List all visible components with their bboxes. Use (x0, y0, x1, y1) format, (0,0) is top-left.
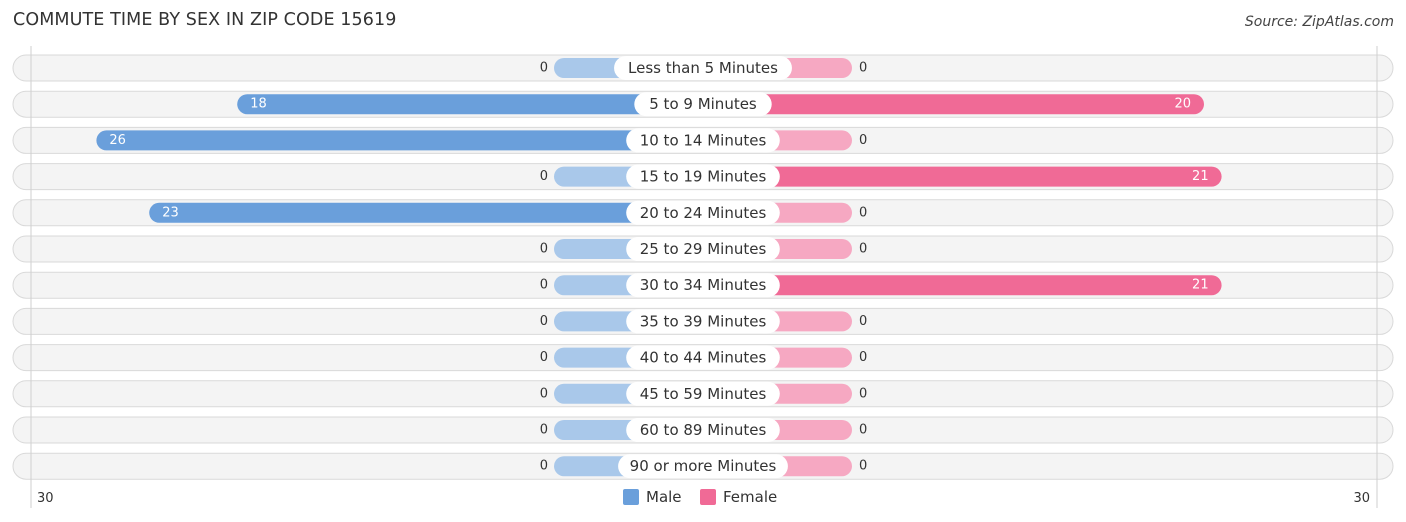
category-label: 20 to 24 Minutes (640, 204, 767, 222)
category-label: 40 to 44 Minutes (640, 349, 767, 367)
male-value-label: 23 (162, 205, 179, 220)
legend-female-swatch (700, 489, 716, 505)
female-bar (703, 94, 1204, 115)
axis-tick-right: 30 (1353, 491, 1370, 506)
category-label: 5 to 9 Minutes (649, 95, 757, 113)
category-label: 15 to 19 Minutes (640, 168, 767, 186)
category-label: 90 or more Minutes (630, 457, 777, 475)
row-7: 35 to 39 Minutes 0 0 (12, 307, 1394, 335)
female-bar (703, 275, 1222, 296)
category-label: 45 to 59 Minutes (640, 385, 767, 403)
row-1: 5 to 9 Minutes 18 20 (12, 90, 1394, 118)
row-0: Less than 5 Minutes 0 0 (12, 54, 1394, 82)
female-value-label: 21 (1192, 169, 1209, 184)
axis-tick-left: 30 (37, 491, 54, 506)
row-11: 90 or more Minutes 0 0 (12, 452, 1394, 480)
category-label: 30 to 34 Minutes (640, 276, 767, 294)
female-value-label: 0 (859, 350, 867, 365)
category-label: Less than 5 Minutes (628, 59, 778, 77)
female-value-label: 0 (859, 242, 867, 257)
male-bar (149, 202, 703, 223)
row-10: 60 to 89 Minutes 0 0 (12, 416, 1394, 444)
female-value-label: 0 (859, 386, 867, 401)
row-5: 25 to 29 Minutes 0 0 (12, 235, 1394, 263)
row-8: 40 to 44 Minutes 0 0 (12, 344, 1394, 372)
legend-male-label: Male (646, 488, 682, 506)
category-label: 60 to 89 Minutes (640, 421, 767, 439)
row-6: 30 to 34 Minutes 0 21 (12, 271, 1394, 299)
male-bar (96, 130, 703, 151)
female-value-label: 0 (859, 133, 867, 148)
male-bar (237, 94, 703, 115)
female-value-label: 0 (859, 423, 867, 438)
row-3: 15 to 19 Minutes 0 21 (12, 163, 1394, 191)
male-value-label: 18 (250, 97, 267, 112)
female-value-label: 0 (859, 205, 867, 220)
female-bar (703, 166, 1222, 187)
male-value-label: 0 (540, 242, 548, 257)
female-value-label: 20 (1174, 97, 1191, 112)
male-value-label: 0 (540, 314, 548, 329)
legend-male-swatch (623, 489, 639, 505)
row-2: 10 to 14 Minutes 26 0 (12, 126, 1394, 154)
category-label: 25 to 29 Minutes (640, 240, 767, 258)
male-value-label: 0 (540, 423, 548, 438)
male-value-label: 0 (540, 278, 548, 293)
legend-female-label: Female (723, 488, 777, 506)
male-value-label: 0 (540, 169, 548, 184)
male-value-label: 0 (540, 386, 548, 401)
category-label: 35 to 39 Minutes (640, 312, 767, 330)
row-9: 45 to 59 Minutes 0 0 (12, 380, 1394, 408)
row-4: 20 to 24 Minutes 23 0 (12, 199, 1394, 227)
female-value-label: 0 (859, 61, 867, 76)
female-value-label: 0 (859, 459, 867, 474)
male-value-label: 26 (109, 133, 126, 148)
male-value-label: 0 (540, 61, 548, 76)
chart: Less than 5 Minutes 0 0 5 to 9 Minutes 18 20 1… (12, 46, 1394, 508)
female-value-label: 0 (859, 314, 867, 329)
male-value-label: 0 (540, 459, 548, 474)
male-value-label: 0 (540, 350, 548, 365)
female-value-label: 21 (1192, 278, 1209, 293)
category-label: 10 to 14 Minutes (640, 131, 767, 149)
